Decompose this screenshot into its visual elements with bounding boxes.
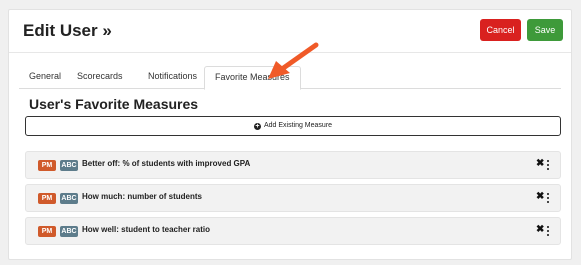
close-icon[interactable]: ✖ — [536, 224, 544, 235]
measure-label: How well: student to teacher ratio — [82, 225, 211, 234]
cancel-button[interactable]: Cancel — [480, 19, 521, 41]
add-existing-measure-button[interactable]: + Add Existing Measure — [25, 116, 561, 136]
measure-row: PM ABC How well: student to teacher rati… — [25, 217, 561, 245]
measure-label: How much: number of students — [82, 192, 202, 201]
measure-label: Better off: % of students with improved … — [82, 159, 251, 168]
abc-badge: ABC — [60, 160, 78, 171]
pm-badge: PM — [38, 226, 56, 237]
vertical-ellipsis-icon[interactable] — [547, 226, 550, 237]
vertical-ellipsis-icon[interactable] — [547, 193, 550, 204]
edit-user-panel: Edit User » Cancel Save General Scorecar… — [8, 9, 572, 260]
pm-badge: PM — [38, 160, 56, 171]
tab-notifications[interactable]: Notifications — [138, 66, 207, 89]
pm-badge: PM — [38, 193, 56, 204]
page-title: Edit User » — [23, 21, 112, 40]
section-title: User's Favorite Measures — [29, 96, 199, 112]
abc-badge: ABC — [60, 193, 78, 204]
tab-scorecards[interactable]: Scorecards — [67, 66, 133, 89]
measure-row: PM ABC Better off: % of students with im… — [25, 151, 561, 179]
add-existing-measure-label: Add Existing Measure — [263, 122, 333, 129]
close-icon[interactable]: ✖ — [536, 191, 544, 202]
plus-circle-icon: + — [253, 123, 261, 130]
close-icon[interactable]: ✖ — [536, 158, 544, 169]
tab-general[interactable]: General — [19, 66, 71, 89]
measure-row: PM ABC How much: number of students ✖ — [25, 184, 561, 212]
annotation-arrow-icon — [268, 42, 319, 79]
abc-badge: ABC — [60, 226, 78, 237]
vertical-ellipsis-icon[interactable] — [547, 160, 550, 171]
save-button[interactable]: Save — [527, 19, 563, 41]
